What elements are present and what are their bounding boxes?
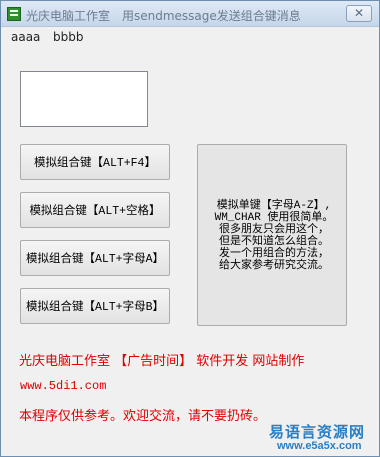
alt-b-button[interactable]: 模拟组合键【ALT+字母B】 xyxy=(20,288,170,324)
single-key-line: 但是不知道怎么组合。 xyxy=(219,236,329,248)
alt-f4-button[interactable]: 模拟组合键【ALT+F4】 xyxy=(20,144,170,180)
text-box[interactable] xyxy=(20,71,148,127)
single-key-line: 模拟单键【字母A-Z】, xyxy=(216,200,332,212)
window-title: 光庆电脑工作室 用sendmessage发送组合键消息 xyxy=(26,9,301,23)
ad-line: 光庆电脑工作室 【广告时间】 软件开发 网站制作 xyxy=(19,354,305,369)
single-key-line: 发一个用组合的方法， xyxy=(219,248,329,260)
title-bar[interactable]: 光庆电脑工作室 用sendmessage发送组合键消息 ✕ xyxy=(1,1,379,27)
main-window: 光庆电脑工作室 用sendmessage发送组合键消息 ✕ aaaa bbbb … xyxy=(0,0,380,457)
single-key-button[interactable]: 模拟单键【字母A-Z】, WM_CHAR 使用很简单。 很多朋友只会用这个， 但… xyxy=(197,144,347,326)
notice-text: 本程序仅供参考。欢迎交流，请不要扔砖。 xyxy=(19,409,267,424)
menu-bar: aaaa bbbb xyxy=(1,27,379,47)
website-url: www.5di1.com xyxy=(20,379,107,393)
alt-space-button[interactable]: 模拟组合键【ALT+空格】 xyxy=(20,192,170,228)
watermark-url: www.e5a5x.com xyxy=(277,440,362,452)
single-key-line: 很多朋友只会用这个， xyxy=(219,224,329,236)
single-key-line: 给大家参考研究交流。 xyxy=(219,260,329,272)
single-key-line: WM_CHAR 使用很简单。 xyxy=(214,212,334,224)
watermark-name: 易语言资源网 xyxy=(269,425,366,441)
app-icon xyxy=(7,7,21,21)
menu-item-bbbb[interactable]: bbbb xyxy=(53,30,83,44)
single-key-button-text: 模拟单键【字母A-Z】, WM_CHAR 使用很简单。 很多朋友只会用这个， 但… xyxy=(206,200,342,272)
close-button[interactable]: ✕ xyxy=(346,5,372,22)
menu-item-aaaa[interactable]: aaaa xyxy=(11,30,40,44)
alt-a-button[interactable]: 模拟组合键【ALT+字母A】 xyxy=(20,240,170,276)
